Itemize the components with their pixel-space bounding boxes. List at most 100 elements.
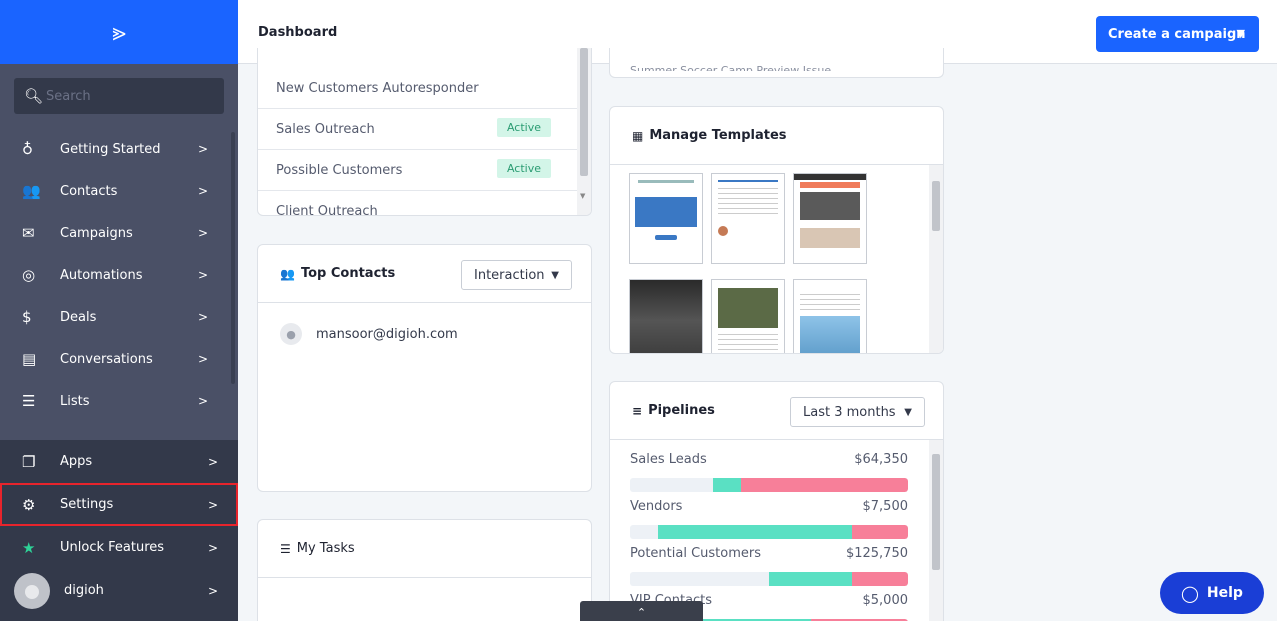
caret-down-icon[interactable]: ▼ xyxy=(1237,27,1245,40)
pipelines-scrollbar[interactable] xyxy=(929,440,943,621)
sidebar-item-label: Conversations xyxy=(60,351,153,367)
template-thumbnail[interactable] xyxy=(793,173,867,264)
template-thumbnail[interactable] xyxy=(793,279,867,353)
gear-icon: ⚙ xyxy=(22,495,36,514)
chevron-right-icon: > xyxy=(207,540,218,555)
sidebar-bottom-nav: ❐ Apps > ⚙ Settings > ★ Unlock Features … xyxy=(0,440,238,621)
pipeline-name: Sales Leads xyxy=(630,452,707,467)
pipeline-amount: $5,000 xyxy=(862,593,909,608)
create-campaign-button[interactable]: Create a campaign ▼ xyxy=(1096,16,1259,52)
page-title: Dashboard xyxy=(258,25,338,40)
create-campaign-label: Create a campaign xyxy=(1108,26,1246,42)
contact-email: mansoor@digioh.com xyxy=(316,326,458,342)
pipeline-row[interactable]: Potential Customers $125,750 xyxy=(630,546,908,586)
chevron-right-icon: > xyxy=(197,394,208,408)
search-icon: 🔍︎ xyxy=(24,87,44,105)
filter-lines-icon: ≡ xyxy=(632,403,643,418)
chevron-right-icon: > xyxy=(207,583,218,598)
help-button[interactable]: ◯ Help xyxy=(1160,572,1264,614)
template-thumbnail[interactable] xyxy=(711,173,785,264)
pipeline-amount: $64,350 xyxy=(854,452,908,467)
apps-icon: ❐ xyxy=(22,452,36,471)
manage-templates-header: ▦ Manage Templates xyxy=(610,107,943,165)
automation-name: Client Outreach xyxy=(276,203,378,216)
sidebar-item-unlock-features[interactable]: ★ Unlock Features > xyxy=(0,526,238,569)
interaction-dropdown-value: Interaction xyxy=(474,267,545,283)
sidebar-item-label: Contacts xyxy=(60,183,118,199)
pipeline-row[interactable]: Vendors $7,500 xyxy=(630,499,908,539)
collapse-tab[interactable]: ⌃ xyxy=(580,601,703,621)
status-badge: Active xyxy=(496,159,551,178)
automation-icon: ◎ xyxy=(22,266,36,284)
sidebar-item-account[interactable]: digioh > xyxy=(0,569,238,612)
user-icon: ● xyxy=(280,323,302,345)
sidebar-item-getting-started[interactable]: ♁ Getting Started > xyxy=(0,128,238,170)
automations-list: New Customers Autoresponder Sales Outreac… xyxy=(258,68,591,216)
caret-down-icon: ▼ xyxy=(904,406,912,418)
template-thumbnail[interactable] xyxy=(629,173,703,264)
automation-row[interactable]: New Customers Autoresponder xyxy=(258,68,591,109)
pipeline-amount: $125,750 xyxy=(845,546,908,561)
contact-row[interactable]: ● mansoor@digioh.com xyxy=(258,303,591,345)
contacts-icon: 👥 xyxy=(280,266,295,281)
automation-row[interactable]: Client Outreach xyxy=(258,191,591,216)
automation-row[interactable]: Possible Customers Active xyxy=(258,150,591,191)
caret-down-icon: ▼ xyxy=(551,269,559,281)
automation-name: Possible Customers xyxy=(276,162,403,178)
chat-icon: ▤ xyxy=(22,350,37,368)
automation-name: New Customers Autoresponder xyxy=(276,80,479,96)
chevron-right-icon: > xyxy=(197,352,208,366)
template-icon: ▦ xyxy=(632,128,644,143)
templates-scrollbar[interactable] xyxy=(929,165,943,353)
template-thumbnail[interactable] xyxy=(629,279,703,353)
sidebar-item-campaigns[interactable]: ✉ Campaigns > xyxy=(0,212,238,254)
automation-name: Sales Outreach xyxy=(276,121,375,137)
chevron-right-icon: > xyxy=(207,497,218,512)
manage-templates-title: Manage Templates xyxy=(649,128,787,143)
pipeline-bar-lost xyxy=(852,572,908,586)
pipeline-bar-won xyxy=(769,572,853,586)
sidebar-item-lists[interactable]: ☰ Lists > xyxy=(0,380,238,422)
sidebar-item-conversations[interactable]: ▤ Conversations > xyxy=(0,338,238,380)
list-icon: ☰ xyxy=(22,392,36,410)
pipeline-bar xyxy=(630,572,908,586)
chevron-right-icon: > xyxy=(197,226,208,240)
pipelines-period-dropdown[interactable]: Last 3 months ▼ xyxy=(790,397,925,427)
chevron-right-icon: > xyxy=(197,142,208,156)
recent-campaigns-card: Summer Soccer Camp Preview Issue xyxy=(609,48,944,78)
sidebar-item-label: Lists xyxy=(60,393,90,409)
pipeline-row[interactable]: Sales Leads $64,350 xyxy=(630,452,908,492)
automation-row[interactable]: Sales Outreach Active xyxy=(258,109,591,150)
chevron-right-icon: > xyxy=(197,310,208,324)
sidebar-item-deals[interactable]: $ Deals > xyxy=(0,296,238,338)
sidebar-item-label: Automations xyxy=(60,267,143,283)
search-input[interactable] xyxy=(46,88,206,104)
account-name: digioh xyxy=(64,583,104,598)
sidebar-item-automations[interactable]: ◎ Automations > xyxy=(0,254,238,296)
sidebar-item-apps[interactable]: ❐ Apps > xyxy=(0,440,238,483)
pipelines-title: Pipelines xyxy=(648,403,715,418)
my-tasks-title: My Tasks xyxy=(296,541,355,556)
template-thumbnail[interactable] xyxy=(711,279,785,353)
automations-scrollbar[interactable]: ▼ xyxy=(577,48,591,215)
search-box: 🔍︎ xyxy=(14,78,224,114)
brand-logo[interactable]: ⪢ xyxy=(0,0,238,64)
chevron-right-icon: > xyxy=(197,184,208,198)
sidebar-item-label: Settings xyxy=(60,497,114,512)
my-tasks-header: ☰ My Tasks xyxy=(258,520,591,578)
sidebar-item-contacts[interactable]: 👥 Contacts > xyxy=(0,170,238,212)
sidebar: ⪢ 🔍︎ ♁ Getting Started > 👥 Contacts > ✉ Campaig… xyxy=(0,0,238,621)
sidebar-item-settings[interactable]: ⚙ Settings > xyxy=(0,483,238,526)
pipeline-bar-lost xyxy=(852,525,908,539)
chevron-up-icon: ⌃ xyxy=(636,605,647,619)
sidebar-item-label: Unlock Features xyxy=(60,540,165,555)
interaction-dropdown[interactable]: Interaction ▼ xyxy=(461,260,572,290)
envelope-icon: ✉ xyxy=(22,224,35,242)
pipeline-bar-won xyxy=(713,478,742,492)
pipelines-card: ≡ Pipelines Last 3 months ▼ Sales Leads $… xyxy=(609,381,944,621)
chat-bubble-icon: ◯ xyxy=(1181,583,1199,603)
lightbulb-icon: ♁ xyxy=(22,140,33,158)
status-badge: Active xyxy=(496,118,551,137)
sidebar-item-label: Deals xyxy=(60,309,97,325)
list-icon: ☰ xyxy=(280,541,291,556)
